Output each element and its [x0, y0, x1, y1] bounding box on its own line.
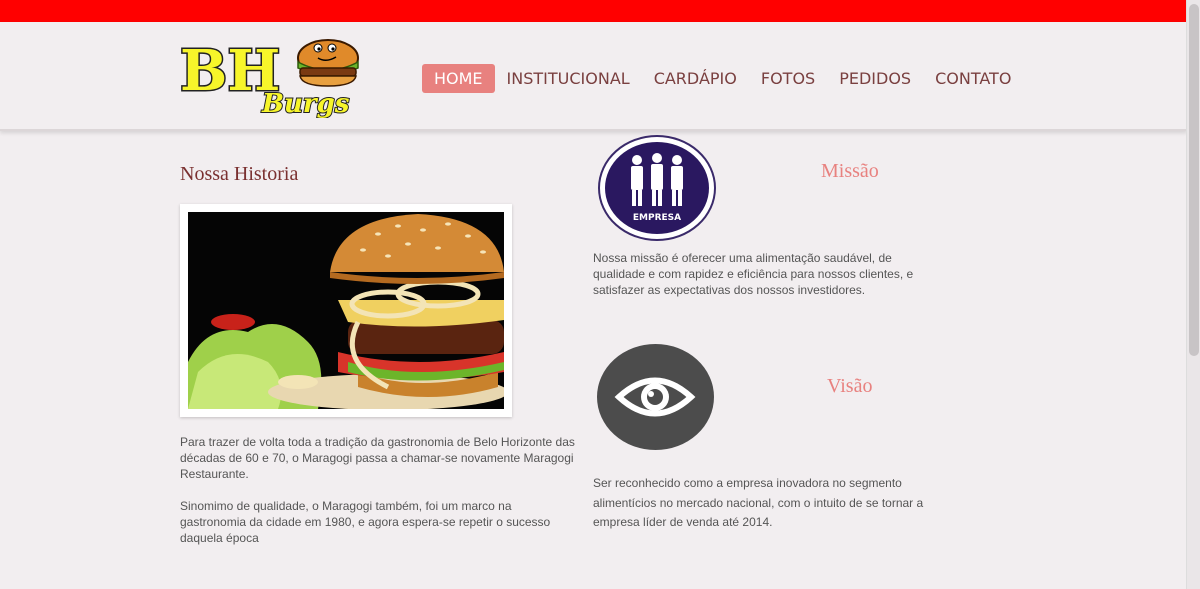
page-scrollbar[interactable] [1186, 0, 1200, 589]
missao-icon: EMPRESA [598, 135, 716, 241]
empresa-badge-label: EMPRESA [632, 213, 682, 223]
burger-photo [188, 212, 504, 409]
nav-item-cardapio[interactable]: CARDÁPIO [642, 64, 749, 93]
scrollbar-thumb[interactable] [1189, 4, 1199, 356]
svg-text:Burgs: Burgs [261, 89, 350, 118]
nav-item-pedidos[interactable]: PEDIDOS [827, 64, 923, 93]
hero-image-frame [180, 204, 512, 417]
history-title: Nossa Historia [180, 163, 299, 185]
eye-icon [614, 377, 696, 417]
top-accent-bar [0, 0, 1187, 22]
visao-icon [597, 344, 714, 450]
nav-item-institucional[interactable]: INSTITUCIONAL [495, 64, 642, 93]
burger-mascot-icon [297, 39, 359, 87]
visao-text: Ser reconhecido como a empresa inovadora… [593, 476, 924, 529]
missao-title: Missão [821, 160, 879, 182]
history-paragraph-1: Para trazer de volta toda a tradição da … [180, 435, 575, 481]
nav-item-home[interactable]: HOME [422, 64, 495, 93]
bh-burgs-logo[interactable]: BH Burgs [178, 32, 362, 118]
nav-item-contato[interactable]: CONTATO [923, 64, 1023, 93]
history-paragraph-2: Sinomimo de qualidade, o Maragogi também… [180, 499, 551, 545]
main-nav: HOME INSTITUCIONAL CARDÁPIO FOTOS PEDIDO… [422, 64, 1023, 93]
business-people-icon: EMPRESA [605, 142, 709, 234]
missao-text: Nossa missão é oferecer uma alimentação … [593, 251, 914, 297]
visao-title: Visão [827, 375, 873, 397]
nav-item-fotos[interactable]: FOTOS [749, 64, 827, 93]
